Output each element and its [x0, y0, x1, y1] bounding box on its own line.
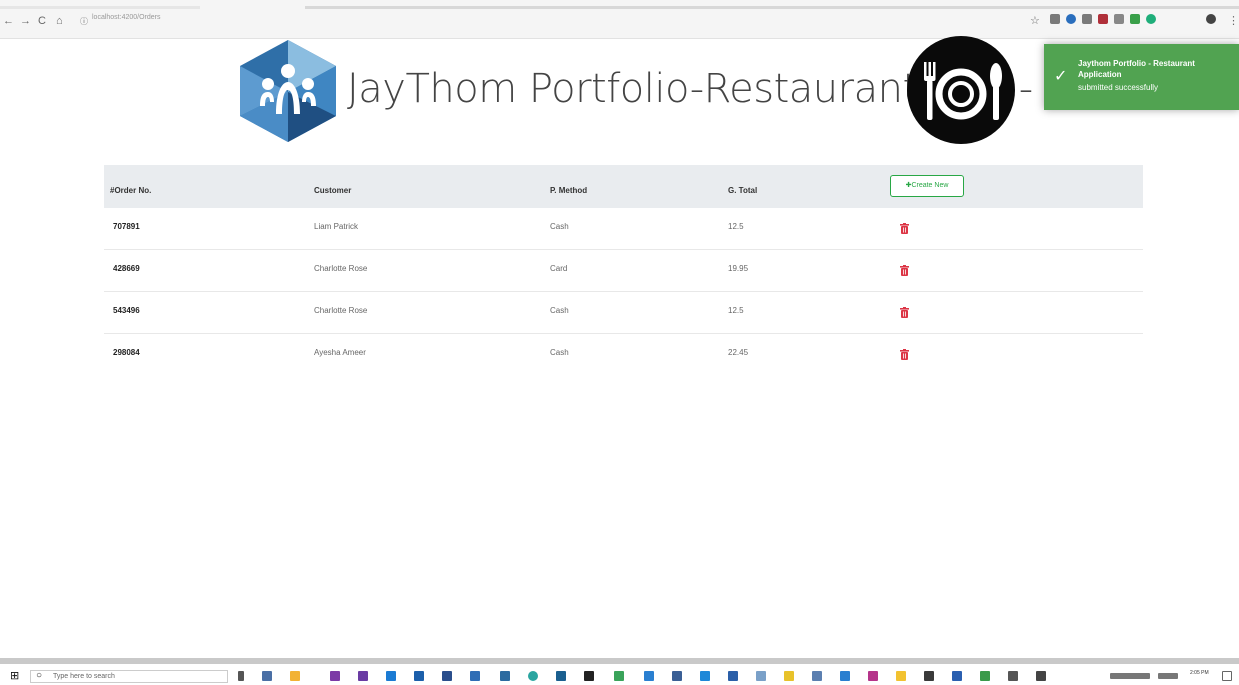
toast-title: Jaythom Portfolio - Restaurant Applicati…: [1078, 59, 1195, 79]
table-header: #Order No. Customer P. Method G. Total ✚…: [104, 165, 1143, 208]
customer-name: Ayesha Ameer: [314, 348, 366, 357]
tab-strip-right: [305, 6, 1239, 9]
app-icon[interactable]: [840, 671, 850, 681]
app-icon[interactable]: [556, 671, 566, 681]
horizontal-scrollbar[interactable]: [0, 658, 1239, 664]
app-icon[interactable]: [1008, 671, 1018, 681]
extension-icon[interactable]: [1082, 14, 1092, 24]
customer-name: Charlotte Rose: [314, 306, 368, 315]
clock[interactable]: 2:05 PM: [1190, 671, 1209, 676]
order-number: 428669: [113, 264, 140, 273]
extension-icon[interactable]: [1066, 14, 1076, 24]
taskbar-search-input[interactable]: Type here to search: [30, 670, 228, 683]
order-number: 298084: [113, 348, 140, 357]
extension-icon[interactable]: [1130, 14, 1140, 24]
check-icon: ✓: [1054, 68, 1068, 85]
table-row[interactable]: 428669 Charlotte Rose Card 19.95: [104, 250, 1143, 292]
notification-icon[interactable]: [1222, 671, 1232, 681]
trash-icon[interactable]: [900, 265, 909, 276]
profile-avatar[interactable]: [1206, 14, 1216, 24]
payment-method: Cash: [550, 306, 569, 315]
restaurant-plate-icon: [907, 36, 1015, 144]
visual-studio-icon[interactable]: [358, 671, 368, 681]
app-icon[interactable]: [784, 671, 794, 681]
search-icon: ○: [36, 670, 43, 681]
back-icon[interactable]: ←: [3, 15, 14, 27]
trash-icon[interactable]: [900, 349, 909, 360]
taskbar: ⊞ Type here to search ○ 2:05 PM: [0, 667, 1239, 685]
app-icon[interactable]: [728, 671, 738, 681]
app-icon[interactable]: [500, 671, 510, 681]
grand-total: 19.95: [728, 264, 749, 273]
order-number: 707891: [113, 222, 140, 231]
extension-icon[interactable]: [1146, 14, 1156, 24]
column-header-customer: Customer: [314, 186, 352, 195]
app-logo: [240, 40, 336, 142]
payment-method: Cash: [550, 348, 569, 357]
app-icon[interactable]: [442, 671, 452, 681]
browser-toolbar: ← → C ⌂ ⓘ localhost:4200/Orders ☆ ⋮: [0, 0, 1239, 39]
app-icon[interactable]: [1036, 671, 1046, 681]
app-icon[interactable]: [980, 671, 990, 681]
column-header-payment-method: P. Method: [550, 186, 588, 195]
app-icon[interactable]: [868, 671, 878, 681]
customer-name: Charlotte Rose: [314, 264, 368, 273]
column-header-grand-total: G. Total: [728, 186, 758, 195]
network-volume-icons[interactable]: [1158, 673, 1178, 679]
app-icon[interactable]: [584, 671, 594, 681]
create-new-button[interactable]: ✚Create New: [890, 175, 964, 197]
system-tray-icons[interactable]: [1110, 673, 1150, 679]
success-toast[interactable]: ✓ Jaythom Portfolio - Restaurant Applica…: [1044, 44, 1239, 110]
reload-icon[interactable]: C: [38, 15, 46, 27]
column-header-order-no: #Order No.: [110, 186, 152, 195]
forward-icon[interactable]: →: [20, 15, 31, 27]
vscode-icon[interactable]: [386, 671, 396, 681]
app-icon[interactable]: [952, 671, 962, 681]
payment-method: Card: [550, 264, 568, 273]
info-icon[interactable]: ⓘ: [80, 16, 88, 28]
tab-strip: [0, 6, 200, 9]
app-icon[interactable]: [756, 671, 766, 681]
app-icon[interactable]: [672, 671, 682, 681]
order-number: 543496: [113, 306, 140, 315]
app-icon[interactable]: [812, 671, 822, 681]
orders-table: #Order No. Customer P. Method G. Total ✚…: [104, 165, 1143, 375]
trash-icon[interactable]: [900, 223, 909, 234]
app-icon[interactable]: [896, 671, 906, 681]
extension-icon[interactable]: [1050, 14, 1060, 24]
file-explorer-icon[interactable]: [290, 671, 300, 681]
grand-total: 12.5: [728, 306, 744, 315]
address-bar[interactable]: localhost:4200/Orders: [92, 14, 160, 21]
trash-icon[interactable]: [900, 307, 909, 318]
customer-name: Liam Patrick: [314, 222, 359, 231]
app-icon[interactable]: [924, 671, 934, 681]
microphone-icon[interactable]: [238, 671, 244, 681]
app-icon[interactable]: [700, 671, 710, 681]
app-icon[interactable]: [330, 671, 340, 681]
table-row[interactable]: 298084 Ayesha Ameer Cash 22.45: [104, 334, 1143, 375]
toast-message: submitted successfully: [1078, 83, 1159, 92]
bookmark-star-icon[interactable]: ☆: [1030, 15, 1040, 27]
app-icon[interactable]: [470, 671, 480, 681]
extension-icon[interactable]: [1114, 14, 1124, 24]
home-icon[interactable]: ⌂: [56, 15, 63, 27]
app-icon[interactable]: [614, 671, 624, 681]
app-icon[interactable]: [414, 671, 424, 681]
extension-icon[interactable]: [1098, 14, 1108, 24]
grand-total: 12.5: [728, 222, 744, 231]
grand-total: 22.45: [728, 348, 749, 357]
payment-method: Cash: [550, 222, 569, 231]
table-row[interactable]: 707891 Liam Patrick Cash 12.5: [104, 208, 1143, 250]
app-icon[interactable]: [644, 671, 654, 681]
chrome-icon[interactable]: [528, 671, 538, 681]
menu-icon[interactable]: ⋮: [1228, 15, 1239, 27]
table-row[interactable]: 543496 Charlotte Rose Cash 12.5: [104, 292, 1143, 334]
task-view-icon[interactable]: [262, 671, 272, 681]
windows-start-icon[interactable]: ⊞: [10, 671, 19, 682]
